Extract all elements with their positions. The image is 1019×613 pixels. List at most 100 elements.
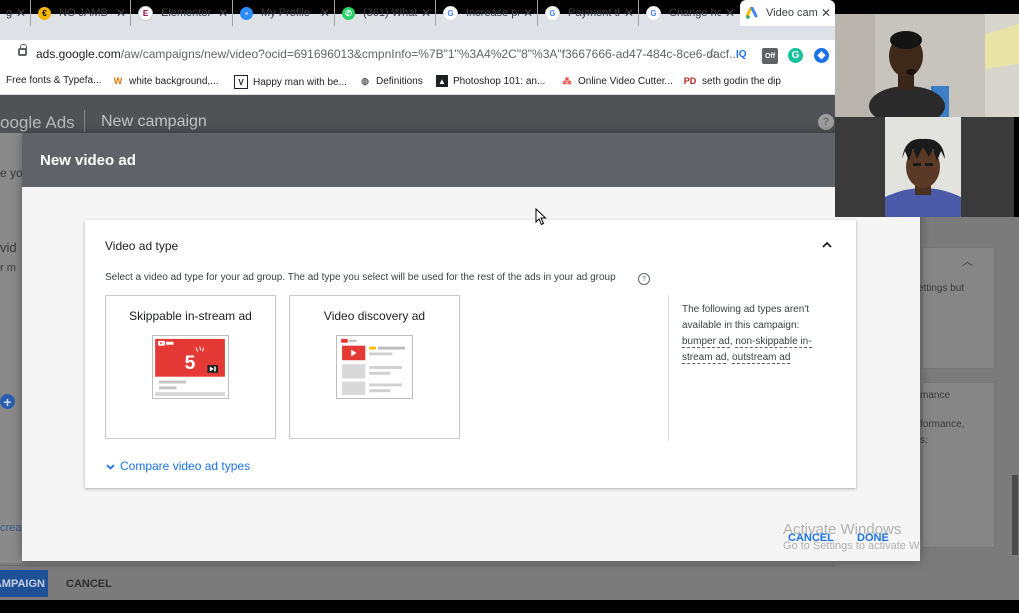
google-ads-icon [746, 6, 758, 19]
bookmark-label: Happy man with be... [253, 76, 347, 88]
bookmark-2[interactable]: V Happy man with be... [234, 75, 347, 89]
iq-extension-icon[interactable]: IQ [736, 49, 747, 60]
url-path: /aw/campaigns/new/video?ocid=691696013&c… [120, 47, 740, 61]
countdown-number: 5 [185, 352, 196, 374]
chevron-up-icon[interactable]: ︿ [962, 253, 973, 269]
close-icon[interactable]: ✕ [112, 6, 130, 20]
off-extension-icon[interactable]: Off [762, 48, 778, 64]
note-intro: The following ad types aren't available … [682, 304, 809, 331]
bookmark-label: Definitions [376, 75, 423, 87]
create-campaign-button[interactable]: AMPAIGN [0, 570, 48, 597]
w-icon: W [113, 76, 123, 86]
unavailable-ad-types-note: The following ad types aren't available … [682, 304, 812, 364]
tab-7[interactable]: G Change ho ✕ [640, 0, 739, 26]
bookmark-label: Free fonts & Typefa... [6, 75, 102, 86]
unavailable-type-bumper[interactable]: bumper ad [682, 336, 730, 348]
dialog-cancel-button[interactable]: CANCEL [788, 532, 834, 544]
right-panel-text: s: [920, 435, 928, 446]
jamb-icon: € [38, 6, 51, 20]
background-panel [0, 133, 22, 563]
bookmark-label: Photoshop 101: an... [453, 75, 546, 87]
vertical-divider [668, 295, 669, 441]
google-icon: G [646, 5, 661, 21]
help-circle-icon[interactable]: ? [638, 273, 650, 285]
tab-1[interactable]: € NO JAMB R✕ [32, 0, 131, 26]
elementor-icon: E [138, 5, 153, 21]
background-text: vid [0, 240, 17, 255]
option-label: Skippable in-stream ad [129, 309, 252, 323]
dialog-header [22, 133, 920, 187]
bookmark-label: white background,... [129, 75, 219, 87]
tab-6[interactable]: G Payment th ✕ [539, 0, 639, 26]
close-icon[interactable]: ✕ [519, 6, 537, 20]
bookmark-label: seth godin the dip [702, 75, 781, 87]
right-panel-text: ettings but [918, 283, 965, 294]
close-icon[interactable]: ✕ [316, 6, 334, 20]
adobe-icon: ▲ [436, 75, 448, 87]
tab-3[interactable]: ▪ My Profile ✕ [234, 0, 335, 26]
background-link: creat [0, 522, 25, 534]
unavailable-type-outstream[interactable]: outstream ad [732, 352, 791, 364]
section-title: Video ad type [105, 239, 179, 253]
tab-8-active[interactable]: Video camp✕ [740, 0, 835, 26]
close-icon[interactable]: ✕ [721, 6, 739, 20]
bookmark-4[interactable]: ▲ Photoshop 101: an... [436, 75, 545, 87]
url-host: ads.google.com [36, 47, 121, 61]
extension-icon[interactable]: ◆ [814, 48, 829, 63]
tab-title: Change ho [669, 7, 721, 19]
background-text: r m [0, 262, 16, 274]
right-panel-card [922, 247, 995, 369]
help-icon[interactable]: ? [818, 114, 834, 130]
add-icon[interactable]: + [0, 394, 15, 410]
compare-link-label: Compare video ad types [120, 459, 251, 473]
dialog-done-button[interactable]: DONE [857, 532, 889, 544]
close-icon[interactable]: ✕ [12, 6, 30, 20]
bookmark-5[interactable]: ⁂ Online Video Cutter... [561, 75, 673, 87]
chevron-up-icon[interactable] [820, 238, 834, 252]
tab-title: My Profile [261, 7, 310, 19]
whatsapp-icon: ✆ [342, 6, 355, 20]
bookmark-6[interactable]: PD seth godin the dip [683, 75, 781, 87]
close-icon[interactable]: ✕ [214, 6, 232, 20]
bookmark-star-icon[interactable]: ☆ [706, 45, 719, 62]
mouse-cursor-icon [535, 208, 547, 226]
grammarly-icon[interactable]: G [788, 48, 803, 63]
google-ads-logo: oogle Ads [0, 113, 75, 132]
compare-video-ad-types-link[interactable]: Compare video ad types [105, 459, 250, 473]
v-icon: V [234, 75, 248, 89]
right-panel-text: mance [920, 390, 951, 401]
webcam-feed-1 [835, 14, 1019, 117]
tab-title: Elementor | [161, 7, 214, 19]
bookmark-3[interactable]: ◍ Definitions [359, 75, 423, 87]
google-icon: G [545, 5, 560, 21]
tab-4[interactable]: ✆ (361) What ✕ [336, 0, 436, 26]
right-panel-card [922, 382, 995, 548]
screen-bottom-bar [0, 600, 1019, 613]
discovery-ad-illustration [336, 335, 413, 399]
tab-2[interactable]: E Elementor | ✕ [132, 0, 233, 26]
right-panel-text: formance, [920, 419, 965, 430]
globe-icon: ◍ [361, 75, 369, 86]
lock-icon[interactable] [18, 44, 27, 56]
tab-5[interactable]: G Increase pa ✕ [437, 0, 538, 26]
close-icon[interactable]: ✕ [417, 6, 435, 20]
bookmark-1[interactable]: Wwhite background,... [112, 75, 219, 87]
tab-0[interactable]: g ✕ [0, 0, 31, 26]
bookmark-0[interactable]: Free fonts & Typefa... [6, 75, 101, 86]
footer-cancel-button[interactable]: CANCEL [66, 578, 112, 590]
footer-bar [0, 565, 835, 601]
close-icon[interactable]: ✕ [817, 6, 835, 20]
tab-title: Video camp [766, 7, 817, 19]
scrollbar-thumb[interactable] [1012, 475, 1018, 555]
background-text: e yo [0, 166, 23, 180]
section-description: Select a video ad type for your ad group… [105, 272, 616, 283]
tab-title: NO JAMB R [59, 7, 112, 19]
close-icon[interactable]: ✕ [620, 6, 638, 20]
google-icon: G [443, 5, 458, 21]
url-field[interactable]: ads.google.com/aw/campaigns/new/video?oc… [36, 47, 739, 61]
bookmark-label: Online Video Cutter... [578, 75, 673, 87]
skippable-ad-illustration: 5 [152, 335, 229, 399]
webcam-person-2 [885, 117, 961, 217]
tab-title: Payment th [568, 7, 620, 19]
dialog-title: New video ad [40, 152, 136, 169]
